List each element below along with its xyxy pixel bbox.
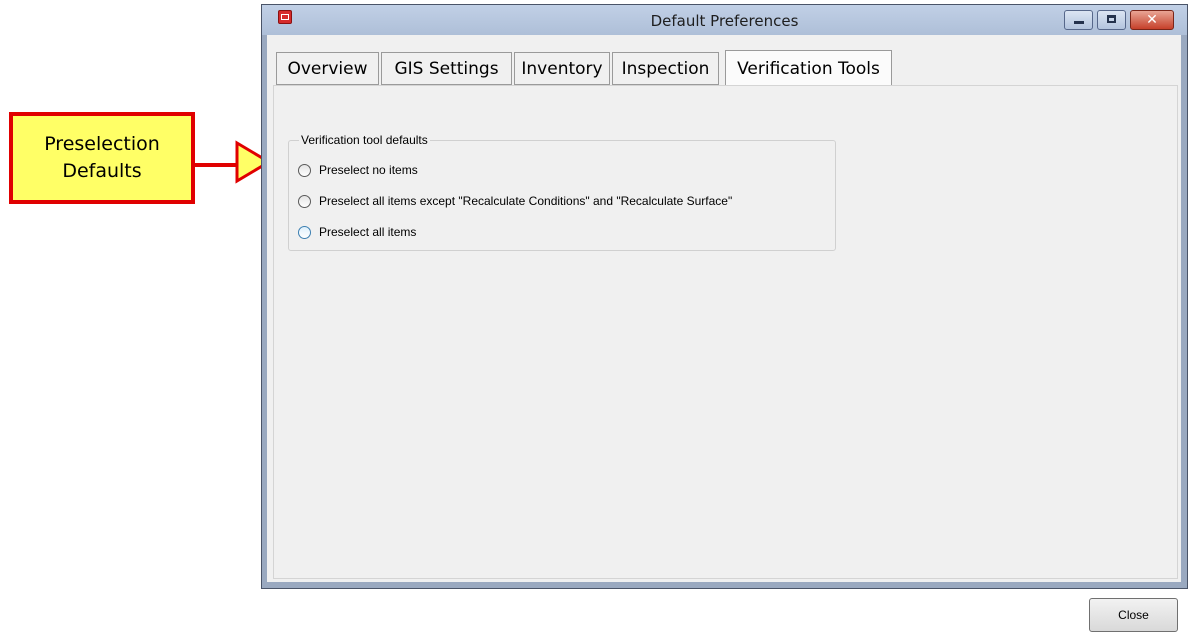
close-icon: ✕: [1146, 12, 1158, 28]
option-preselect-none[interactable]: Preselect no items: [298, 161, 418, 179]
callout-line-2: Defaults: [62, 160, 142, 182]
window-title: Default Preferences: [650, 12, 799, 30]
callout-line-1: Preselection: [44, 133, 160, 155]
preselection-callout: Preselection Defaults: [9, 112, 195, 204]
maximize-button[interactable]: [1097, 10, 1126, 30]
window-close-button[interactable]: ✕: [1130, 10, 1174, 30]
tab-overview[interactable]: Overview: [276, 52, 379, 85]
tab-gis-settings[interactable]: GIS Settings: [381, 52, 512, 85]
verification-tools-panel: Verification tool defaults Preselect no …: [273, 85, 1178, 632]
window-client-area: Overview GIS Settings Inventory Inspecti…: [267, 35, 1181, 632]
radio-icon[interactable]: [298, 194, 311, 208]
title-bar[interactable]: Default Preferences ✕: [262, 5, 1187, 35]
option-preselect-all-except[interactable]: Preselect all items except "Recalculate …: [298, 192, 732, 210]
minimize-button[interactable]: [1064, 10, 1093, 30]
tab-inventory[interactable]: Inventory: [514, 52, 610, 85]
option-label: Preselect all items except "Recalculate …: [319, 194, 733, 208]
tab-inspection[interactable]: Inspection: [612, 52, 719, 85]
radio-icon[interactable]: [298, 225, 311, 239]
option-label: Preselect all items: [319, 225, 417, 239]
group-legend: Verification tool defaults: [301, 133, 428, 147]
minimize-icon: [1074, 21, 1084, 24]
option-label: Preselect no items: [319, 163, 418, 177]
tab-verification-tools[interactable]: Verification Tools: [725, 50, 892, 86]
radio-icon[interactable]: [298, 163, 311, 177]
maximize-icon: [1107, 15, 1116, 23]
preferences-window: Default Preferences ✕ Overview GIS Setti…: [261, 4, 1188, 632]
close-button[interactable]: Close: [1089, 598, 1178, 632]
option-preselect-all[interactable]: Preselect all items: [298, 223, 416, 241]
